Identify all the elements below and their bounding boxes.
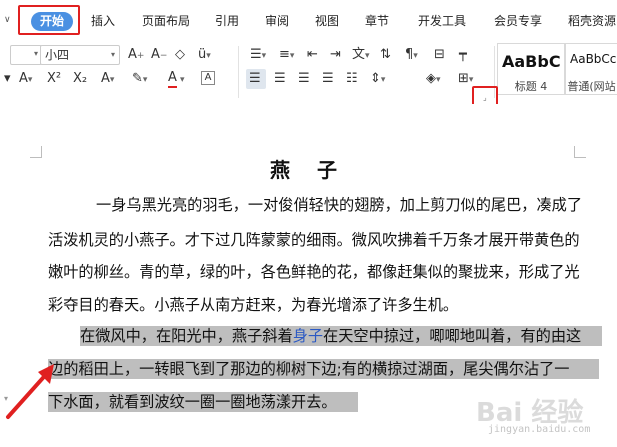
watermark-url: jingyan.baidu.com: [488, 424, 591, 435]
font-color-icon[interactable]: A: [168, 70, 177, 88]
align-left-icon[interactable]: ☰: [249, 71, 261, 87]
document-page[interactable]: 燕 子 一身乌黑光亮的羽毛，一对俊俏轻快的翅膀，加上剪刀似的尾巴，凑成了 活泼机…: [0, 104, 617, 447]
annotation-highlight-home-tab: [18, 5, 80, 35]
tab-view[interactable]: 视图: [315, 13, 339, 29]
text-effects-icon[interactable]: A▾: [101, 71, 114, 88]
table-insert-icon[interactable]: ⊟: [434, 47, 445, 63]
font-size-combo[interactable]: 小四 ▾: [40, 45, 120, 65]
selected-text: 在天空中掠过，唧唧地叫着，有的由这: [323, 327, 582, 345]
style-sample: AaBbCc: [570, 52, 617, 66]
shrink-font-icon[interactable]: A−: [151, 47, 167, 64]
selected-line: 边的稻田上，一转眼飞到了那边的柳树下边;有的横掠过湖面，尾尖偶尔沾了一: [48, 359, 599, 379]
character-border-icon[interactable]: A: [201, 71, 215, 85]
annotation-arrow-icon: [6, 364, 54, 419]
borders-icon[interactable]: ⊞▾: [458, 71, 473, 88]
chevron-down-icon[interactable]: ▾: [180, 71, 185, 88]
paragraph-line: 嫩叶的柳丝。青的草，绿的叶，各色鲜艳的花，都像赶集似的聚拢来，形成了光: [48, 263, 580, 281]
paragraph-line: 彩夺目的春天。小燕子从南方赶来，为春光增添了许多生机。: [48, 296, 459, 314]
tab-member[interactable]: 会员专享: [494, 13, 542, 29]
paragraph-marker-icon: ▾: [4, 394, 9, 403]
tab-page-layout[interactable]: 页面布局: [142, 13, 190, 29]
highlight-pen-icon[interactable]: ✎▾: [132, 71, 147, 88]
line-spacing-icon[interactable]: ⇕▾: [370, 71, 385, 88]
tab-references[interactable]: 引用: [215, 13, 239, 29]
tab-review[interactable]: 审阅: [265, 13, 289, 29]
justify-icon[interactable]: ☰: [322, 71, 334, 87]
phonetic-guide-icon[interactable]: ü▾: [198, 47, 211, 64]
superscript-icon[interactable]: X²: [47, 71, 61, 87]
style-normal-web-card[interactable]: AaBbCc 普通(网站: [565, 43, 617, 95]
tab-developer-tools[interactable]: 开发工具: [418, 13, 466, 29]
paragraph-line: 一身乌黑光亮的羽毛，一对俊俏轻快的翅膀，加上剪刀似的尾巴，凑成了: [96, 196, 582, 214]
ribbon-tab-bar: ∨ 开始 插入 页面布局 引用 审阅 视图 章节 开发工具 会员专享 稻壳资源: [0, 0, 617, 38]
style-heading4-card[interactable]: AaBbC 标题 4: [497, 43, 565, 95]
increase-indent-icon[interactable]: ⇥: [330, 47, 341, 63]
chinese-layout-icon[interactable]: 文▾: [352, 47, 370, 64]
sort-icon[interactable]: ⇅: [380, 47, 391, 63]
shading-fill-icon[interactable]: ◈▾: [426, 71, 441, 88]
toolbar-divider: [238, 46, 239, 98]
tab-insert[interactable]: 插入: [91, 13, 115, 29]
grow-font-icon[interactable]: A+: [128, 47, 144, 64]
selected-line: 下水面，就看到波纹一圈一圈地荡漾开去。: [48, 392, 358, 412]
style-label: 普通(网站: [567, 80, 616, 93]
show-marks-icon[interactable]: ¶▾: [405, 47, 418, 64]
document-title: 燕 子: [270, 158, 347, 182]
strikethrough-icon[interactable]: A▾: [19, 71, 32, 88]
style-sample: AaBbC: [502, 52, 561, 71]
tab-docer-resources[interactable]: 稻壳资源: [568, 13, 616, 29]
style-label: 标题 4: [514, 80, 548, 93]
align-center-icon[interactable]: ☰: [274, 71, 286, 87]
tab-section[interactable]: 章节: [365, 13, 389, 29]
chevron-down-icon: ▾: [33, 49, 38, 58]
home-toolbar: ▾ 小四 ▾ A+ A− ◇ ü▾ ☰▾ ≡▾ ⇤ ⇥ 文▾ ⇅ ¶▾ ⊟ ┯ …: [0, 38, 617, 102]
ribbon-collapse-chevron-icon[interactable]: ∨: [4, 16, 14, 25]
ruler-icon[interactable]: ┯: [459, 47, 467, 63]
selected-text: 在微风中，在阳光中，燕子斜着: [80, 327, 293, 345]
bullet-list-icon[interactable]: ☰▾: [250, 47, 266, 64]
selected-line: 在微风中，在阳光中，燕子斜着身子在天空中掠过，唧唧地叫着，有的由这: [80, 326, 602, 346]
font-size-value: 小四: [45, 48, 70, 62]
selected-text-link: 身子: [292, 327, 323, 345]
paragraph-line: 活泼机灵的小燕子。才下过几阵蒙蒙的细雨。微风吹拂着千万条才展开带黄色的: [48, 231, 580, 249]
align-right-icon[interactable]: ☰: [298, 71, 310, 87]
clear-format-icon[interactable]: ◇: [175, 47, 185, 63]
font-name-combo[interactable]: ▾: [10, 45, 42, 65]
decrease-indent-icon[interactable]: ⇤: [307, 47, 318, 63]
numbered-list-icon[interactable]: ≡▾: [279, 47, 294, 64]
subscript-icon[interactable]: X₂: [73, 71, 87, 87]
distributed-align-icon[interactable]: ☷: [346, 71, 358, 87]
underline-dropdown-icon[interactable]: ▾: [4, 71, 11, 87]
chevron-down-icon: ▾: [110, 50, 115, 59]
